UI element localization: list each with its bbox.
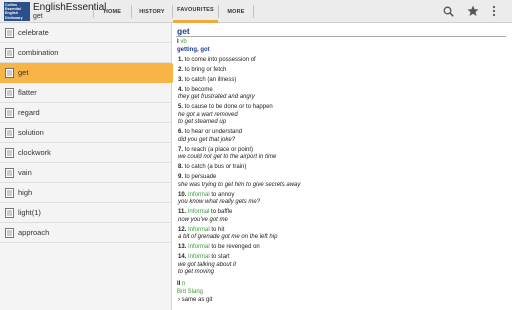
tab-favourites[interactable]: FAVOURITES bbox=[173, 0, 218, 23]
document-icon bbox=[5, 28, 14, 38]
list-item[interactable]: clockwork bbox=[0, 143, 172, 163]
part-of-speech: II n bbox=[177, 280, 186, 287]
example: she was trying to get him to give secret… bbox=[178, 181, 301, 188]
list-item-label: solution bbox=[18, 128, 44, 137]
part-of-speech: I vb bbox=[177, 39, 187, 45]
example: you know what really gets me? bbox=[178, 199, 261, 205]
example: a bit of grenade got me on the left hip bbox=[178, 234, 278, 240]
document-icon bbox=[5, 148, 14, 158]
app-subtitle: get bbox=[33, 13, 43, 20]
example: to get steamed up bbox=[178, 119, 227, 125]
sense: 8. to catch (a bus or train) bbox=[178, 164, 247, 170]
sense: 10. Informal to annoy bbox=[178, 191, 235, 198]
list-item-label: flatter bbox=[18, 88, 37, 97]
example: we got talking about it bbox=[178, 261, 237, 268]
document-icon bbox=[5, 128, 14, 138]
search-icon[interactable] bbox=[441, 4, 455, 18]
example: now you've got me bbox=[178, 216, 228, 223]
star-icon[interactable] bbox=[466, 4, 480, 18]
cross-reference: › same as git bbox=[178, 296, 213, 303]
headword: get bbox=[176, 26, 506, 37]
sense: 6. to hear or understand bbox=[178, 129, 243, 135]
document-icon bbox=[5, 88, 14, 98]
list-item-label: clockwork bbox=[18, 148, 51, 157]
list-item-label: combination bbox=[18, 48, 59, 57]
app-logo: Collins Essential English Dictionary bbox=[4, 2, 30, 21]
sense: 9. to persuade bbox=[178, 174, 217, 180]
list-item-label: approach bbox=[18, 228, 50, 237]
list-item[interactable]: light(1) bbox=[0, 203, 172, 223]
list-item[interactable]: high bbox=[0, 183, 172, 203]
list-item[interactable]: celebrate bbox=[0, 23, 172, 43]
example: he got a wart removed bbox=[178, 111, 238, 118]
sense: 5. to cause to be done or to happen bbox=[178, 104, 273, 110]
tab-history[interactable]: HISTORY bbox=[132, 0, 172, 23]
sense: 11. Informal to baffle bbox=[178, 209, 233, 215]
example: to get moving bbox=[178, 269, 215, 275]
example: we could not get to the airport in time bbox=[178, 154, 277, 160]
sense: 3. to catch (an illness) bbox=[178, 76, 237, 83]
entry-panel: get I vb getting, got 1. to come into po… bbox=[173, 23, 512, 310]
sense: 13. Informal to be revenged on bbox=[178, 244, 260, 250]
tab-more[interactable]: MORE bbox=[219, 0, 253, 23]
list-item[interactable]: regard bbox=[0, 103, 172, 123]
list-item-label: light(1) bbox=[18, 208, 41, 217]
list-item-label: vain bbox=[18, 168, 32, 177]
list-item[interactable]: approach bbox=[0, 223, 172, 243]
document-icon bbox=[5, 228, 14, 238]
sense: 12. Informal to hit bbox=[178, 226, 225, 233]
document-icon bbox=[5, 168, 14, 178]
list-item-label: get bbox=[18, 68, 29, 77]
list-item-selected[interactable]: get bbox=[0, 63, 180, 83]
sense-list: 1. to come into possession of 2. to brin… bbox=[176, 57, 512, 277]
list-item[interactable]: flatter bbox=[0, 83, 172, 103]
favourites-list: celebrate combination get flatter regard… bbox=[0, 23, 180, 310]
list-item[interactable]: vain bbox=[0, 163, 172, 183]
action-bar: Collins Essential English Dictionary Eng… bbox=[0, 0, 512, 23]
list-item-label: regard bbox=[18, 108, 40, 117]
document-icon bbox=[5, 188, 14, 198]
list-item-label: high bbox=[18, 188, 33, 197]
usage-label: Brit Slang bbox=[177, 288, 204, 295]
document-icon bbox=[5, 68, 14, 78]
example: did you get that joke? bbox=[178, 136, 236, 143]
overflow-menu-icon[interactable] bbox=[487, 4, 501, 18]
sense: 2. to bring or fetch bbox=[178, 66, 227, 73]
sense: 1. to come into possession of bbox=[178, 56, 256, 63]
document-icon bbox=[5, 48, 14, 58]
list-item[interactable]: combination bbox=[0, 43, 172, 63]
list-item-label: celebrate bbox=[18, 28, 49, 37]
tab-home[interactable]: HOME bbox=[94, 0, 131, 23]
list-item[interactable]: solution bbox=[0, 123, 172, 143]
sense: 14. Informal to start bbox=[178, 254, 230, 260]
example: they get frustrated and angry bbox=[178, 94, 255, 100]
document-icon bbox=[5, 208, 14, 218]
sense: 4. to become bbox=[178, 86, 213, 93]
document-icon bbox=[5, 108, 14, 118]
sense: 7. to reach (a place or point) bbox=[178, 146, 254, 153]
inflected-forms: getting, got bbox=[177, 47, 210, 53]
